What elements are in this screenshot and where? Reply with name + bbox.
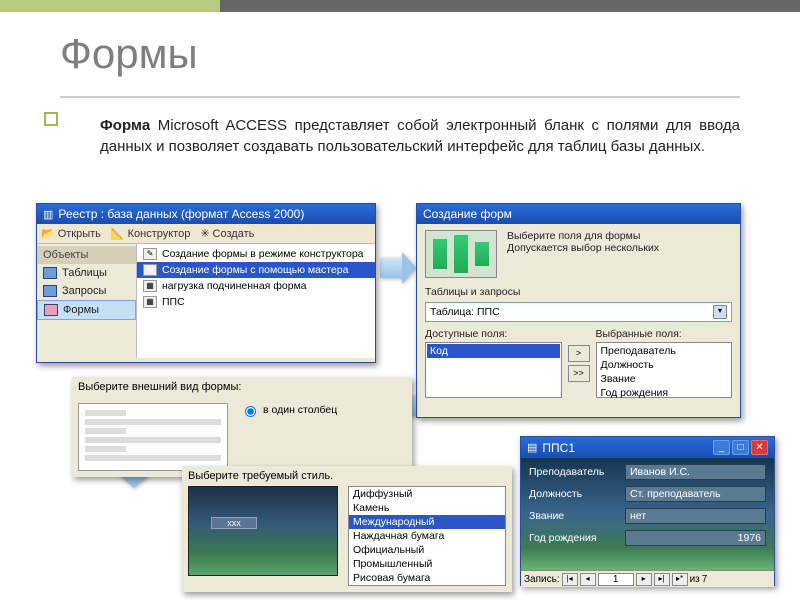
prev-record-button[interactable]: ◂ (580, 573, 596, 586)
sidebar-item-tables[interactable]: Таблицы (37, 264, 136, 282)
list-item[interactable]: Промышленный (349, 557, 505, 571)
chevron-down-icon[interactable]: ▾ (713, 305, 727, 319)
window-title-text: Реестр : база данных (формат Access 2000… (58, 207, 304, 221)
form-labels: Преподаватель Должность Звание Год рожде… (529, 464, 619, 564)
rank-field[interactable]: нет (625, 508, 766, 524)
layout-wizard-panel[interactable]: Выберите внешний вид формы: в один столб… (72, 377, 412, 477)
wizard-thumbnail-icon (425, 230, 497, 278)
object-sidebar: Объекты Таблицы Запросы Формы (37, 244, 137, 358)
result-form-window[interactable]: ▤ ППС1 _ □ ✕ Преподаватель Должность Зва… (520, 436, 775, 586)
design-button[interactable]: 📐 Конструктор (111, 227, 190, 240)
list-item[interactable]: Официальный (349, 543, 505, 557)
position-field[interactable]: Ст. преподаватель (625, 486, 766, 502)
selected-fields-list[interactable]: Преподаватель Должность Звание Год рожде… (596, 342, 733, 398)
list-item[interactable]: Рисунок Суми (349, 585, 505, 586)
form-wizard-window[interactable]: Создание форм Выберите поля для формы До… (416, 203, 741, 418)
record-number-field[interactable]: 1 (598, 573, 634, 586)
list-item[interactable]: ▦ППС (137, 294, 375, 310)
birthyear-field[interactable]: 1976 (625, 530, 766, 546)
add-button[interactable]: > (568, 345, 590, 362)
sidebar-header: Объекты (37, 246, 136, 264)
open-button[interactable]: 📂 Открыть (41, 227, 101, 240)
list-item[interactable]: Должность (598, 358, 731, 372)
bullet-icon (44, 112, 58, 126)
tables-label: Таблицы и запросы (417, 284, 740, 300)
style-wizard-panel[interactable]: Выберите требуемый стиль. xxx Диффузный … (182, 466, 512, 592)
object-list: ✎Создание формы в режиме конструктора ✎С… (137, 244, 375, 358)
slide-accent (0, 0, 800, 12)
divider (60, 96, 740, 98)
list-item[interactable]: Код (427, 344, 560, 358)
record-total: 7 (702, 574, 708, 585)
layout-preview-icon (78, 403, 228, 471)
selected-label: Выбранные поля: (596, 328, 733, 342)
record-navigator: Запись: |◂ ◂ 1 ▸ ▸| ▸* из 7 (521, 570, 774, 587)
next-record-button[interactable]: ▸ (636, 573, 652, 586)
window-titlebar[interactable]: Создание форм (417, 204, 740, 224)
form-icon: ▤ (527, 441, 537, 454)
record-label: Запись: (524, 574, 560, 585)
layout-option-column[interactable]: в один столбец (240, 403, 406, 417)
list-item[interactable]: Диффузный (349, 487, 505, 501)
table-select[interactable]: Таблица: ППС ▾ (425, 302, 732, 322)
close-button[interactable]: ✕ (751, 440, 768, 455)
sidebar-item-forms[interactable]: Формы (37, 300, 136, 320)
style-prompt: Выберите требуемый стиль. (182, 466, 512, 486)
toolbar: 📂 Открыть 📐 Конструктор ✳ Создать (37, 224, 375, 244)
layout-prompt: Выберите внешний вид формы: (72, 377, 412, 397)
new-record-button[interactable]: ▸* (672, 573, 688, 586)
list-item[interactable]: ✎Создание формы в режиме конструктора (137, 246, 375, 262)
list-item[interactable]: Международный (349, 515, 505, 529)
add-all-button[interactable]: >> (568, 365, 590, 382)
available-fields-list[interactable]: Код (425, 342, 562, 398)
list-item[interactable]: Преподаватель (598, 344, 731, 358)
db-icon: ▥ (43, 208, 53, 221)
last-record-button[interactable]: ▸| (654, 573, 670, 586)
window-title-text: Создание форм (423, 207, 512, 221)
wizard-hint: Выберите поля для формы Допускается выбо… (507, 230, 732, 278)
list-item[interactable]: Звание (598, 372, 731, 386)
slide-title: Формы (60, 30, 198, 78)
list-item[interactable]: Рисовая бумага (349, 571, 505, 585)
create-button[interactable]: ✳ Создать (200, 227, 254, 240)
list-item[interactable]: Наждачная бумага (349, 529, 505, 543)
teacher-field[interactable]: Иванов И.С. (625, 464, 766, 480)
maximize-button[interactable]: □ (732, 440, 749, 455)
sidebar-item-queries[interactable]: Запросы (37, 282, 136, 300)
style-preview: xxx (188, 486, 338, 576)
slide-paragraph: Форма Microsoft ACCESS представляет собо… (100, 115, 740, 157)
window-titlebar[interactable]: ▤ ППС1 _ □ ✕ (521, 437, 774, 458)
minimize-button[interactable]: _ (713, 440, 730, 455)
style-list[interactable]: Диффузный Камень Международный Наждачная… (348, 486, 506, 586)
list-item[interactable]: ▦нагрузка подчиненная форма (137, 278, 375, 294)
list-item[interactable]: Камень (349, 501, 505, 515)
list-item[interactable]: Год рождения (598, 386, 731, 400)
list-item[interactable]: ✎Создание формы с помощью мастера (137, 262, 375, 278)
of-label: из (690, 574, 700, 585)
radio-icon[interactable] (245, 406, 256, 417)
window-titlebar[interactable]: ▥ Реестр : база данных (формат Access 20… (37, 204, 375, 224)
available-label: Доступные поля: (425, 328, 562, 342)
database-window[interactable]: ▥ Реестр : база данных (формат Access 20… (36, 203, 376, 363)
first-record-button[interactable]: |◂ (562, 573, 578, 586)
window-title-text: ППС1 (542, 441, 575, 455)
